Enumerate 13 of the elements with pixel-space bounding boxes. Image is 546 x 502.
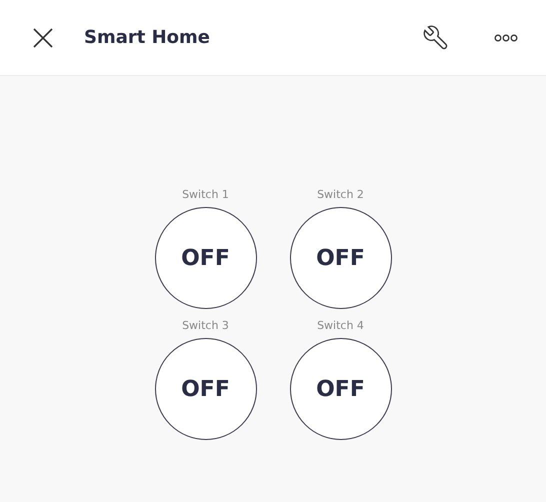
switch-label: Switch 2 xyxy=(317,188,364,201)
switch-label: Switch 3 xyxy=(182,319,229,332)
switch-toggle[interactable]: OFF xyxy=(154,338,256,440)
more-button[interactable] xyxy=(494,34,518,42)
close-button[interactable] xyxy=(32,26,54,48)
switch-label: Switch 1 xyxy=(182,188,229,201)
switch-toggle[interactable]: OFF xyxy=(154,207,256,309)
switch-label: Switch 4 xyxy=(317,319,364,332)
switch-toggle[interactable]: OFF xyxy=(290,207,392,309)
app-title: Smart Home xyxy=(84,27,212,48)
more-icon xyxy=(494,34,518,42)
switch-toggle[interactable]: OFF xyxy=(290,338,392,440)
close-icon xyxy=(32,26,54,48)
